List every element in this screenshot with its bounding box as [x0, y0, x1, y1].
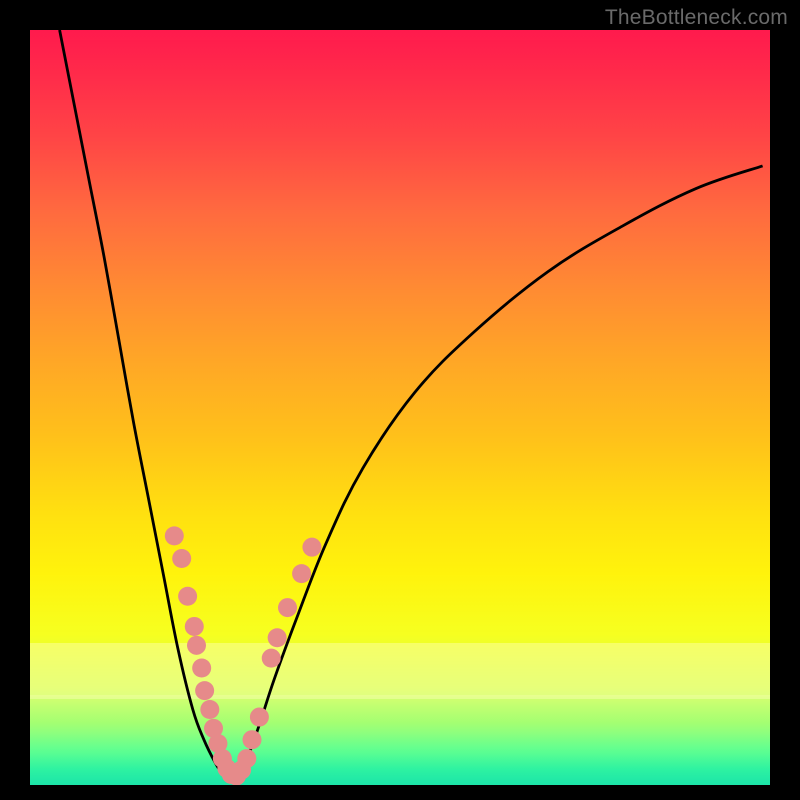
data-marker: [268, 628, 287, 647]
data-marker: [178, 587, 197, 606]
chart-svg: [30, 30, 770, 785]
watermark-label: TheBottleneck.com: [605, 6, 788, 30]
data-marker: [195, 681, 214, 700]
data-marker: [278, 598, 297, 617]
data-marker: [185, 617, 204, 636]
data-marker: [165, 526, 184, 545]
data-marker: [237, 749, 256, 768]
data-marker: [243, 730, 262, 749]
data-marker: [250, 708, 269, 727]
data-marker: [262, 649, 281, 668]
data-marker: [302, 538, 321, 557]
marker-group: [165, 526, 322, 785]
data-marker: [292, 564, 311, 583]
curve-right-branch: [230, 166, 763, 778]
data-marker: [192, 658, 211, 677]
data-marker: [200, 700, 219, 719]
chart-plot-area: [30, 30, 770, 785]
data-marker: [187, 636, 206, 655]
data-marker: [172, 549, 191, 568]
